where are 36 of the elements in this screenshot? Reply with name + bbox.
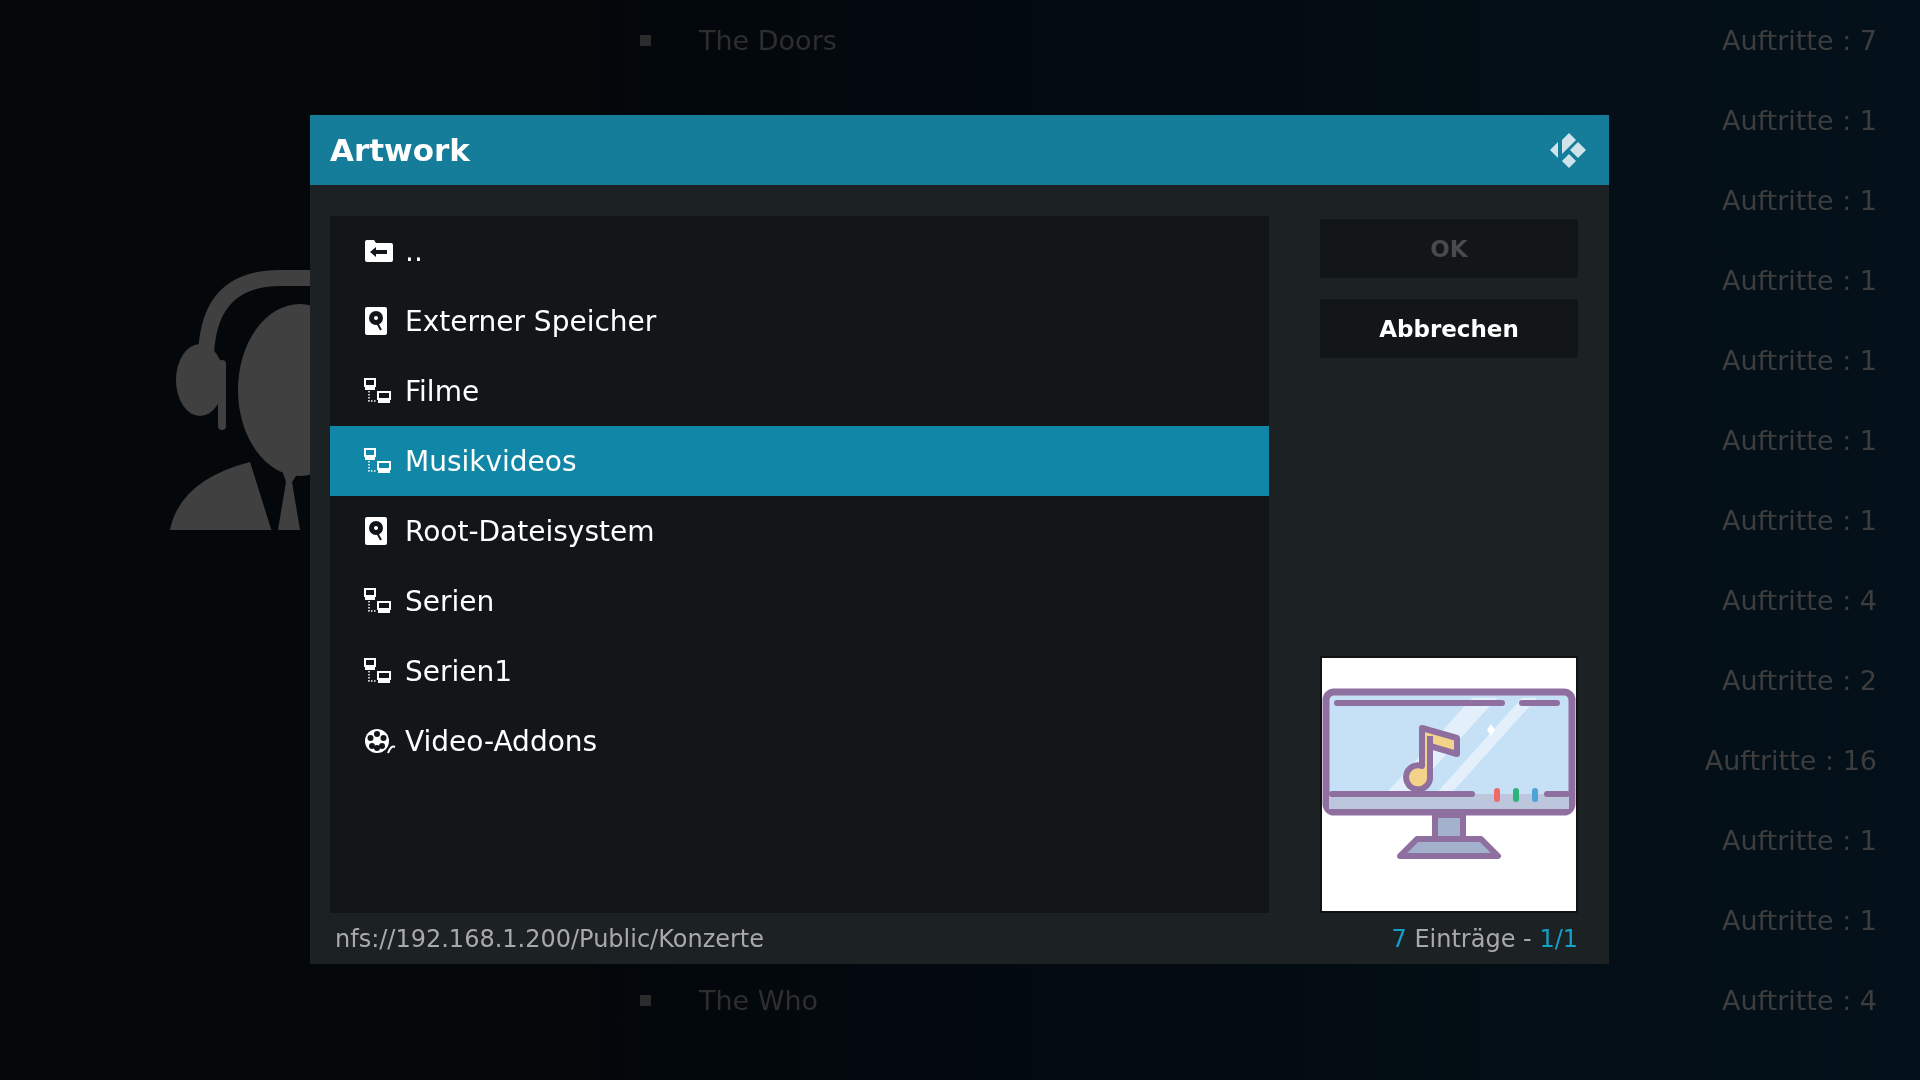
- list-item[interactable]: Serien1: [330, 636, 1269, 706]
- appearance-count: Auftritte : 1: [1721, 824, 1877, 856]
- hard-drive-icon: [364, 306, 388, 336]
- appearance-count: Auftritte : 1: [1721, 904, 1877, 936]
- folder-path: nfs://192.168.1.200/Public/Konzerte: [335, 924, 765, 953]
- network-computers-icon: [364, 588, 392, 614]
- dialog-button[interactable]: Abbrechen: [1320, 299, 1578, 358]
- item-count: 7 Einträge - 1/1: [1391, 924, 1578, 953]
- appearance-count: Auftritte : 7: [1721, 24, 1877, 56]
- dialog-title: Artwork: [330, 132, 470, 168]
- appearance-count: Auftritte : 2: [1721, 664, 1877, 696]
- film-reel-icon: [364, 727, 396, 755]
- list-item[interactable]: Video-Addons: [330, 706, 1269, 776]
- network-computers-icon: [364, 378, 392, 404]
- network-computers-icon: [364, 658, 392, 684]
- network-computers-icon: [364, 448, 392, 474]
- appearance-count: Auftritte : 1: [1721, 264, 1877, 296]
- bullet-icon: [640, 994, 651, 1006]
- list-item[interactable]: Filme: [330, 356, 1269, 426]
- appearance-count: Auftritte : 1: [1721, 504, 1877, 536]
- hard-drive-icon: [364, 516, 388, 546]
- bullet-icon: [640, 34, 651, 46]
- list-item[interactable]: Root-Dateisystem: [330, 496, 1269, 566]
- list-item[interactable]: Externer Speicher: [330, 286, 1269, 356]
- diamond-logo-icon: [1549, 130, 1589, 170]
- appearance-count: Auftritte : 1: [1721, 344, 1877, 376]
- list-item[interactable]: ..: [330, 216, 1269, 286]
- appearance-count: Auftritte : 16: [1704, 744, 1877, 776]
- appearance-count: Auftritte : 1: [1721, 424, 1877, 456]
- appearance-count: Auftritte : 4: [1721, 584, 1877, 616]
- list-item[interactable]: Musikvideos: [330, 426, 1269, 496]
- appearance-count: Auftritte : 4: [1721, 984, 1877, 1016]
- appearance-count: Auftritte : 1: [1721, 104, 1877, 136]
- folder-back-icon: [364, 239, 394, 263]
- list-item[interactable]: Serien: [330, 566, 1269, 636]
- appearance-count: Auftritte : 1: [1721, 184, 1877, 216]
